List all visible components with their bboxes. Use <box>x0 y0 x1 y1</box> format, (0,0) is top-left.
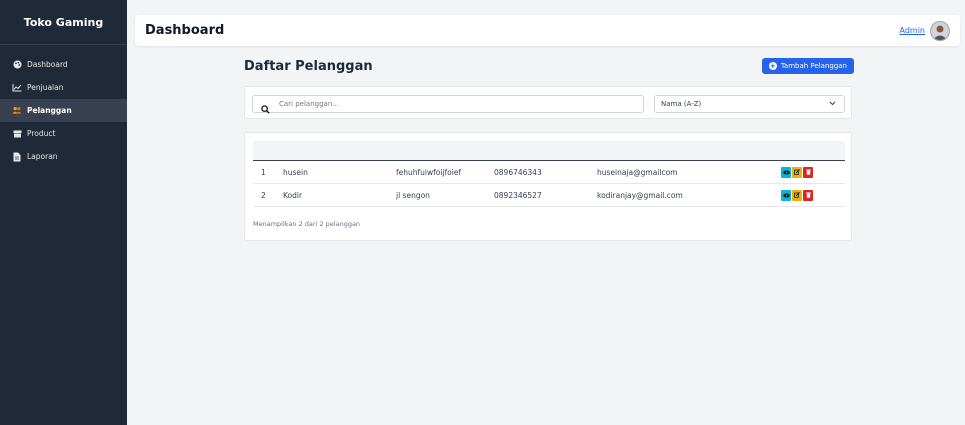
table-row: 1 husein fehuhfuiwfoijfoief 0896746343 h… <box>253 161 845 184</box>
table-header: No Nama Pelanggan Alamat Nomor Telepon E… <box>253 141 845 161</box>
sidebar: Toko Gaming Dashboard Penjualan Pelangga… <box>0 0 127 425</box>
customer-table-card: No Nama Pelanggan Alamat Nomor Telepon E… <box>244 132 852 241</box>
brand-title: Toko Gaming <box>0 0 127 45</box>
table-footer-text: Menampilkan 2 dari 2 pelanggan <box>253 220 361 228</box>
cell-address: fehuhfuiwfoijfoief <box>396 167 462 177</box>
sidebar-item-label: Pelanggan <box>27 106 72 115</box>
sidebar-item-label: Laporan <box>27 152 58 161</box>
box-icon <box>12 129 22 139</box>
column-header: Nomor Telepon <box>494 146 543 155</box>
file-icon <box>12 152 22 162</box>
column-header: Aksi <box>790 146 804 155</box>
column-header: No <box>261 146 270 155</box>
sort-select[interactable]: Nama (A-Z) <box>654 95 845 113</box>
sidebar-item-pelanggan[interactable]: Pelanggan <box>0 99 127 122</box>
sidebar-item-penjualan[interactable]: Penjualan <box>0 76 127 99</box>
sidebar-item-dashboard[interactable]: Dashboard <box>0 53 127 76</box>
top-header: Dashboard Admin <box>135 15 960 46</box>
sidebar-item-product[interactable]: Product <box>0 122 127 145</box>
delete-button[interactable] <box>803 166 813 178</box>
row-actions <box>749 189 845 201</box>
user-link[interactable]: Admin <box>900 26 926 35</box>
cell-name: husein <box>283 167 308 177</box>
cell-email: huseinaja@gmailcom <box>597 167 678 177</box>
main-content: Daftar Pelanggan + Tambah Pelanggan Nama… <box>244 56 854 241</box>
search-box[interactable] <box>252 95 644 114</box>
avatar[interactable] <box>930 20 950 41</box>
edit-button[interactable] <box>792 189 802 201</box>
cell-email: kodiranjay@gmail.com <box>597 190 683 200</box>
search-input[interactable] <box>279 100 639 108</box>
user-menu: Admin <box>900 20 950 41</box>
trash-icon <box>805 192 811 198</box>
users-icon <box>12 106 22 116</box>
view-button[interactable] <box>781 189 791 201</box>
chevron-down-icon <box>829 100 836 108</box>
customer-table: No Nama Pelanggan Alamat Nomor Telepon E… <box>253 141 845 207</box>
column-header: Alamat <box>396 146 420 155</box>
sidebar-nav: Dashboard Penjualan Pelanggan Product La… <box>0 45 127 168</box>
title-row: Daftar Pelanggan + Tambah Pelanggan <box>244 56 854 76</box>
add-customer-label: Tambah Pelanggan <box>780 62 847 70</box>
column-header: Email <box>597 146 616 155</box>
view-button[interactable] <box>781 166 791 178</box>
cell-phone: 0896746343 <box>494 167 542 177</box>
eye-icon <box>782 192 790 198</box>
cell-phone: 0892346527 <box>494 190 542 200</box>
edit-icon <box>794 169 800 175</box>
plus-circle-icon: + <box>768 62 777 70</box>
sidebar-item-label: Penjualan <box>27 83 64 92</box>
sort-selected-value: Nama (A-Z) <box>661 100 702 108</box>
column-header: Nama Pelanggan <box>283 146 339 155</box>
palette-icon <box>12 60 22 70</box>
search-icon <box>261 99 271 114</box>
filter-card: Nama (A-Z) <box>244 86 852 119</box>
cell-name: Kodir <box>283 190 303 200</box>
sidebar-item-label: Dashboard <box>27 60 68 69</box>
edit-icon <box>794 192 800 198</box>
add-customer-button[interactable]: + Tambah Pelanggan <box>761 58 854 74</box>
cell-address: jl sengon <box>396 190 430 200</box>
page-header-title: Dashboard <box>145 23 225 38</box>
trash-icon <box>805 169 811 175</box>
table-row: 2 Kodir jl sengon 0892346527 kodiranjay@… <box>253 184 845 207</box>
chart-line-icon <box>12 83 22 93</box>
sidebar-item-label: Product <box>27 129 56 138</box>
page-title: Daftar Pelanggan <box>244 58 373 74</box>
edit-button[interactable] <box>792 166 802 178</box>
eye-icon <box>782 169 790 175</box>
row-actions <box>749 166 845 178</box>
cell-no: 1 <box>261 167 266 177</box>
cell-no: 2 <box>261 190 266 200</box>
sidebar-item-laporan[interactable]: Laporan <box>0 145 127 168</box>
delete-button[interactable] <box>803 189 813 201</box>
